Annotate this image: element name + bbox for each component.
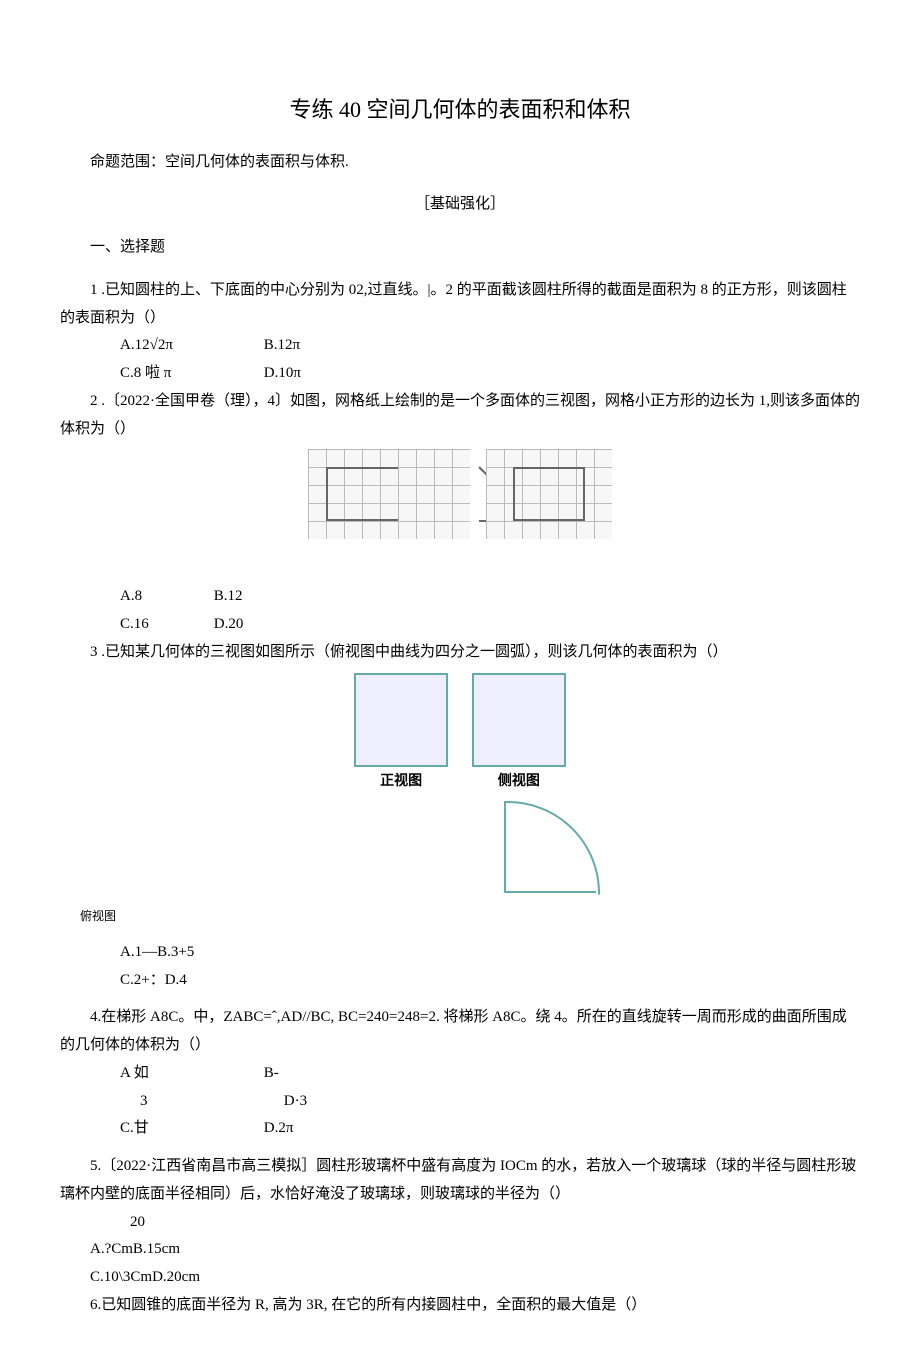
question-2-row2: C.16 D.20 <box>60 611 860 639</box>
q1-option-a: A.12√2π <box>90 332 230 360</box>
question-3-row1: A.1—B.3+5 <box>60 939 860 967</box>
q4-option-b: B- <box>234 1060 279 1088</box>
q3-side-view: 侧视图 <box>472 673 566 795</box>
q4-option-a: A 如 <box>90 1060 230 1088</box>
q3-front-view: 正视图 <box>354 673 448 795</box>
q2-option-a: A.8 <box>90 583 180 611</box>
scope-line: 命题范围：空间几何体的表面积与体积. <box>60 149 860 177</box>
q2-view-left <box>308 449 470 539</box>
question-3: 3 .已知某几何体的三视图如图所示（俯视图中曲线为四分之一圆弧），则该几何体的表… <box>60 639 860 667</box>
question-3-row2: C.2+：D.4 <box>60 967 860 995</box>
q1-option-b: B.12π <box>234 332 300 360</box>
q3-option-cd: C.2+：D.4 <box>90 967 187 995</box>
q4-option-d: D.2π <box>234 1115 294 1143</box>
q3-front-square <box>354 673 448 767</box>
section-1-heading: 一、选择题 <box>60 234 860 262</box>
q1-option-d: D.10π <box>234 360 301 388</box>
q2-view-right <box>486 449 612 539</box>
question-4-row1: A 如 B- <box>60 1060 860 1088</box>
question-4-text: 4.在梯形 A8C。中，ZABC=ˆ,AD//BC, BC=240=248=2.… <box>60 1009 847 1053</box>
question-2-row1: A.8 B.12 <box>60 583 860 611</box>
q4-option-a2: 3 <box>90 1088 250 1116</box>
q3-views: 正视图 侧视图 <box>60 673 860 795</box>
q4-option-b2: D·3 <box>254 1088 307 1116</box>
question-5-row2: C.10\3CmD.20cm <box>60 1264 860 1292</box>
question-4-row1b: 3 D·3 <box>60 1088 860 1116</box>
question-5-pre: 20 <box>60 1209 860 1237</box>
page-title: 专练 40 空间几何体的表面积和体积 <box>60 90 860 131</box>
q4-option-c: C.甘 <box>90 1115 230 1143</box>
q3-front-label: 正视图 <box>354 769 448 795</box>
q1-option-c: C.8 啦 π <box>90 360 230 388</box>
question-2: 2 .〔2022·全国甲卷（理），4〕如图，网格纸上绘制的是一个多面体的三视图，… <box>60 388 860 444</box>
q2-option-d: D.20 <box>184 611 244 639</box>
q3-top-label: 俯视图 <box>80 905 860 927</box>
q2-square <box>513 467 585 521</box>
question-5: 5.〔2022·江西省南昌市高三模拟］圆柱形玻璃杯中盛有高度为 IOCm 的水，… <box>60 1153 860 1209</box>
question-4-row2: C.甘 D.2π <box>60 1115 860 1143</box>
q3-side-square <box>472 673 566 767</box>
subhead: ［基础强化］ <box>60 191 860 219</box>
q3-option-ab: A.1—B.3+5 <box>90 939 194 967</box>
question-1-row2: C.8 啦 π D.10π <box>60 360 860 388</box>
q3-topview-wrap <box>240 801 860 893</box>
question-1: 1 .已知圆柱的上、下底面的中心分别为 02,过直线。|。2 的平面截该圆柱所得… <box>60 277 860 333</box>
question-6: 6.已知圆锥的底面半径为 R, 高为 3R, 在它的所有内接圆柱中，全面积的最大… <box>60 1292 860 1320</box>
q3-arc-icon <box>504 801 596 893</box>
question-4: 4.在梯形 A8C。中，ZABC=ˆ,AD//BC, BC=240=248=2.… <box>60 1004 860 1060</box>
q2-option-c: C.16 <box>90 611 180 639</box>
q2-figure <box>60 449 860 539</box>
q2-rect <box>326 467 398 521</box>
q3-side-label: 侧视图 <box>472 769 566 795</box>
question-1-row1: A.12√2π B.12π <box>60 332 860 360</box>
q2-option-b: B.12 <box>184 583 243 611</box>
question-5-row1: A.?CmB.15cm <box>60 1236 860 1264</box>
